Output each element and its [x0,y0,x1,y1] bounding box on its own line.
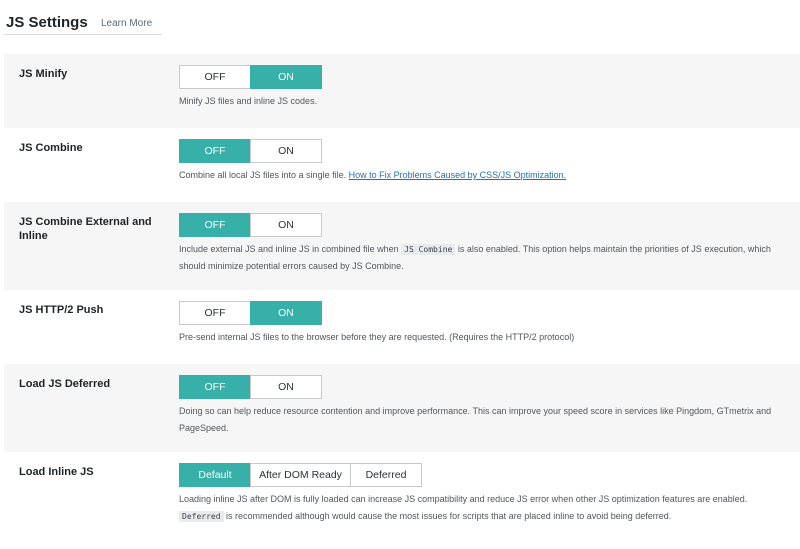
fix-problems-link[interactable]: How to Fix Problems Caused by CSS/JS Opt… [349,170,567,180]
after-dom-ready-option[interactable]: After DOM Ready [250,463,351,487]
code-snippet: JS Combine [401,244,456,255]
on-option[interactable]: ON [250,139,322,163]
setting-description: Minify JS files and inline JS codes. [179,96,318,106]
js-minify-toggle: OFF ON [179,65,322,89]
setting-row-load-inline-js: Load Inline JS Default After DOM Ready D… [4,452,800,549]
load-js-deferred-toggle: OFF ON [179,375,322,399]
default-option[interactable]: Default [179,463,251,487]
description-text: Include external JS and inline JS in com… [179,244,399,254]
description-text: Loading inline JS after DOM is fully loa… [179,494,748,504]
on-option[interactable]: ON [250,213,322,237]
off-option[interactable]: OFF [179,301,251,325]
setting-row-js-http2-push: JS HTTP/2 Push OFF ON Pre-send internal … [4,290,800,364]
code-snippet: Deferred [179,511,224,522]
setting-row-js-combine: JS Combine OFF ON Combine all local JS f… [4,128,800,202]
deferred-option[interactable]: Deferred [350,463,422,487]
setting-description: Pre-send internal JS files to the browse… [179,332,575,342]
setting-row-js-combine-external: JS Combine External and Inline OFF ON In… [4,202,800,290]
description-text: is recommended although would cause the … [226,511,672,521]
setting-label: Load Inline JS [19,466,94,478]
setting-label: JS Minify [19,68,68,80]
description-text: Combine all local JS files into a single… [179,170,347,180]
off-option[interactable]: OFF [179,375,251,399]
setting-label: JS Combine External and Inline [19,216,152,242]
on-option[interactable]: ON [250,375,322,399]
learn-more-link[interactable]: Learn More [101,18,152,29]
setting-description: Loading inline JS after DOM is fully loa… [179,491,799,525]
off-option[interactable]: OFF [179,65,251,89]
header-divider [4,34,162,35]
setting-label: Load JS Deferred [19,378,111,390]
setting-description: Include external JS and inline JS in com… [179,241,799,275]
js-combine-toggle: OFF ON [179,139,322,163]
on-option[interactable]: ON [250,301,322,325]
js-combine-external-toggle: OFF ON [179,213,322,237]
on-option[interactable]: ON [250,65,322,89]
load-inline-js-selector: Default After DOM Ready Deferred [179,463,422,487]
setting-row-js-minify: JS Minify OFF ON Minify JS files and inl… [4,54,800,128]
js-http2-push-toggle: OFF ON [179,301,322,325]
setting-label: JS Combine [19,142,83,154]
setting-description: Combine all local JS files into a single… [179,167,799,184]
setting-label: JS HTTP/2 Push [19,304,104,316]
page-title: JS Settings [6,14,88,31]
setting-description: Doing so can help reduce resource conten… [179,406,772,433]
off-option[interactable]: OFF [179,213,251,237]
settings-header: JS Settings Learn More [0,0,800,54]
setting-row-load-js-deferred: Load JS Deferred OFF ON Doing so can hel… [4,364,800,452]
off-option[interactable]: OFF [179,139,251,163]
